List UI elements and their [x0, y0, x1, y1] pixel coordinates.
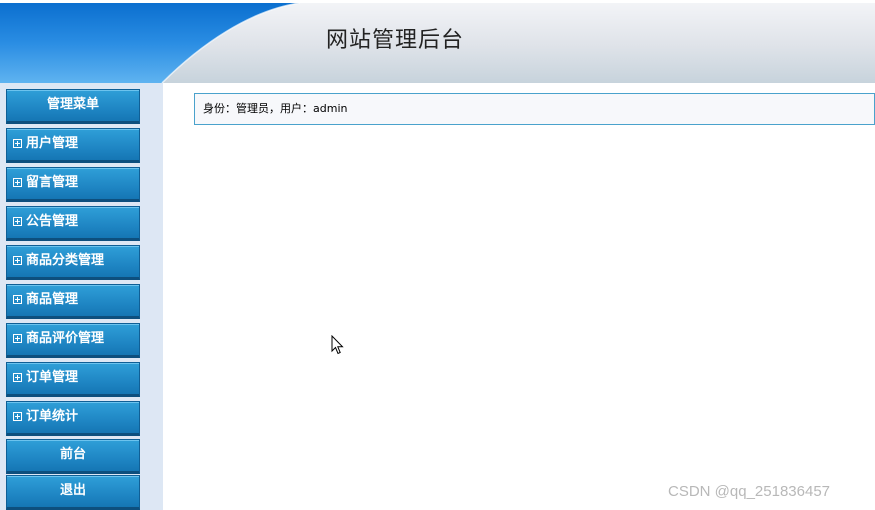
- user-label: 用户：: [280, 102, 313, 115]
- sidebar-item-label: 商品管理: [26, 292, 79, 307]
- mouse-cursor-icon: [331, 335, 344, 355]
- separator: ，: [269, 102, 280, 115]
- sidebar-item-label: 公告管理: [26, 214, 79, 229]
- sidebar-item-orders[interactable]: 订单管理: [6, 362, 140, 397]
- sidebar: 管理菜单 用户管理 留言管理 公告管理 商品分类管理 商品管理 商品评价管理 订…: [0, 83, 163, 510]
- plus-box-icon: [13, 178, 22, 187]
- sidebar-item-product-categories[interactable]: 商品分类管理: [6, 245, 140, 280]
- sidebar-item-label: 订单管理: [26, 370, 79, 385]
- sidebar-item-label: 商品分类管理: [26, 253, 105, 268]
- identity-label: 身份：: [203, 102, 236, 115]
- sidebar-item-messages[interactable]: 留言管理: [6, 167, 140, 202]
- plus-box-icon: [13, 217, 22, 226]
- sidebar-item-label: 用户管理: [26, 136, 79, 151]
- sidebar-item-product-reviews[interactable]: 商品评价管理: [6, 323, 140, 358]
- sidebar-item-label: 留言管理: [26, 175, 79, 190]
- plus-box-icon: [13, 412, 22, 421]
- page-title: 网站管理后台: [326, 28, 465, 53]
- plus-box-icon: [13, 139, 22, 148]
- main-content: 身份：管理员，用户：admin: [163, 83, 875, 510]
- sidebar-item-products[interactable]: 商品管理: [6, 284, 140, 319]
- sidebar-item-announcements[interactable]: 公告管理: [6, 206, 140, 241]
- sidebar-item-users[interactable]: 用户管理: [6, 128, 140, 163]
- frontend-button[interactable]: 前台: [6, 439, 140, 474]
- header-blue-swoosh: [0, 2, 301, 83]
- menu-heading: 管理菜单: [6, 89, 140, 124]
- identity-bar: 身份：管理员，用户：admin: [194, 93, 875, 125]
- plus-box-icon: [13, 334, 22, 343]
- role-value: 管理员: [236, 102, 269, 115]
- plus-box-icon: [13, 256, 22, 265]
- sidebar-item-label: 订单统计: [26, 409, 79, 424]
- logout-button[interactable]: 退出: [6, 475, 140, 510]
- plus-box-icon: [13, 295, 22, 304]
- sidebar-item-order-statistics[interactable]: 订单统计: [6, 401, 140, 436]
- plus-box-icon: [13, 373, 22, 382]
- header-banner: 网站管理后台: [0, 0, 875, 83]
- username-value: admin: [313, 102, 348, 115]
- sidebar-item-label: 商品评价管理: [26, 331, 105, 346]
- watermark: CSDN @qq_251836457: [668, 483, 831, 500]
